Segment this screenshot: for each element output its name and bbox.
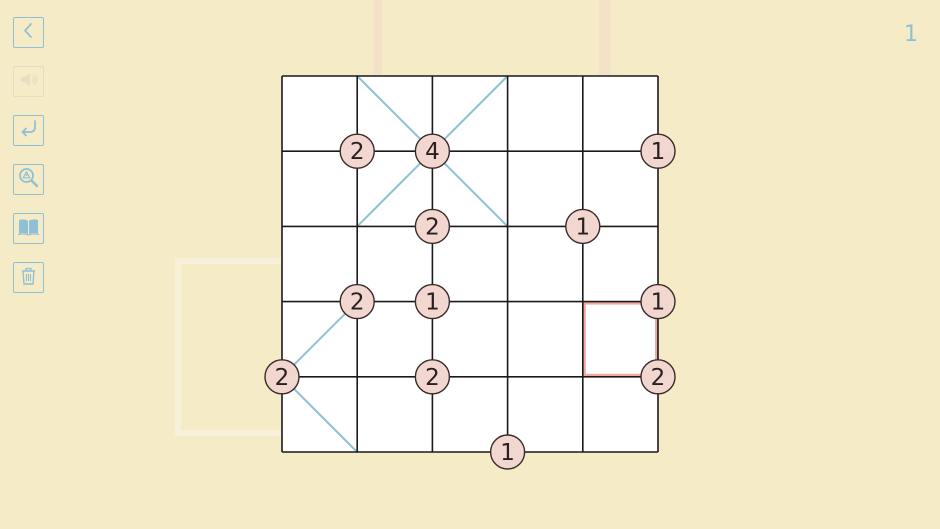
grid-cell[interactable] bbox=[507, 301, 583, 377]
clue-node: 2 bbox=[640, 359, 676, 395]
clue-node: 2 bbox=[264, 359, 300, 395]
clue-number: 1 bbox=[500, 440, 515, 466]
clue-number: 2 bbox=[425, 365, 440, 391]
clue-node: 1 bbox=[565, 208, 601, 245]
clue-node: 2 bbox=[414, 359, 451, 395]
clue-node: 2 bbox=[414, 208, 451, 245]
clue-node: 4 bbox=[414, 133, 451, 169]
clue-node: 1 bbox=[640, 283, 676, 320]
clue-number: 1 bbox=[651, 290, 666, 316]
puzzle-board: 2 4 1 2 1 2 1 1 2 2 2 1 bbox=[264, 75, 676, 470]
clue-number: 1 bbox=[651, 139, 666, 165]
clue-number: 4 bbox=[425, 139, 440, 165]
grid-cell[interactable] bbox=[507, 76, 583, 152]
clue-number: 2 bbox=[425, 214, 440, 240]
clue-number: 1 bbox=[575, 214, 590, 240]
clue-number: 2 bbox=[350, 290, 365, 316]
clue-node: 2 bbox=[339, 283, 375, 320]
clue-number: 1 bbox=[425, 290, 440, 316]
clue-node: 2 bbox=[339, 133, 375, 169]
clue-number: 2 bbox=[275, 365, 290, 391]
clue-number: 2 bbox=[651, 365, 666, 391]
clue-node: 1 bbox=[489, 434, 526, 470]
clue-node: 1 bbox=[640, 133, 676, 169]
clue-node: 1 bbox=[414, 283, 451, 320]
clue-number: 2 bbox=[350, 139, 365, 165]
